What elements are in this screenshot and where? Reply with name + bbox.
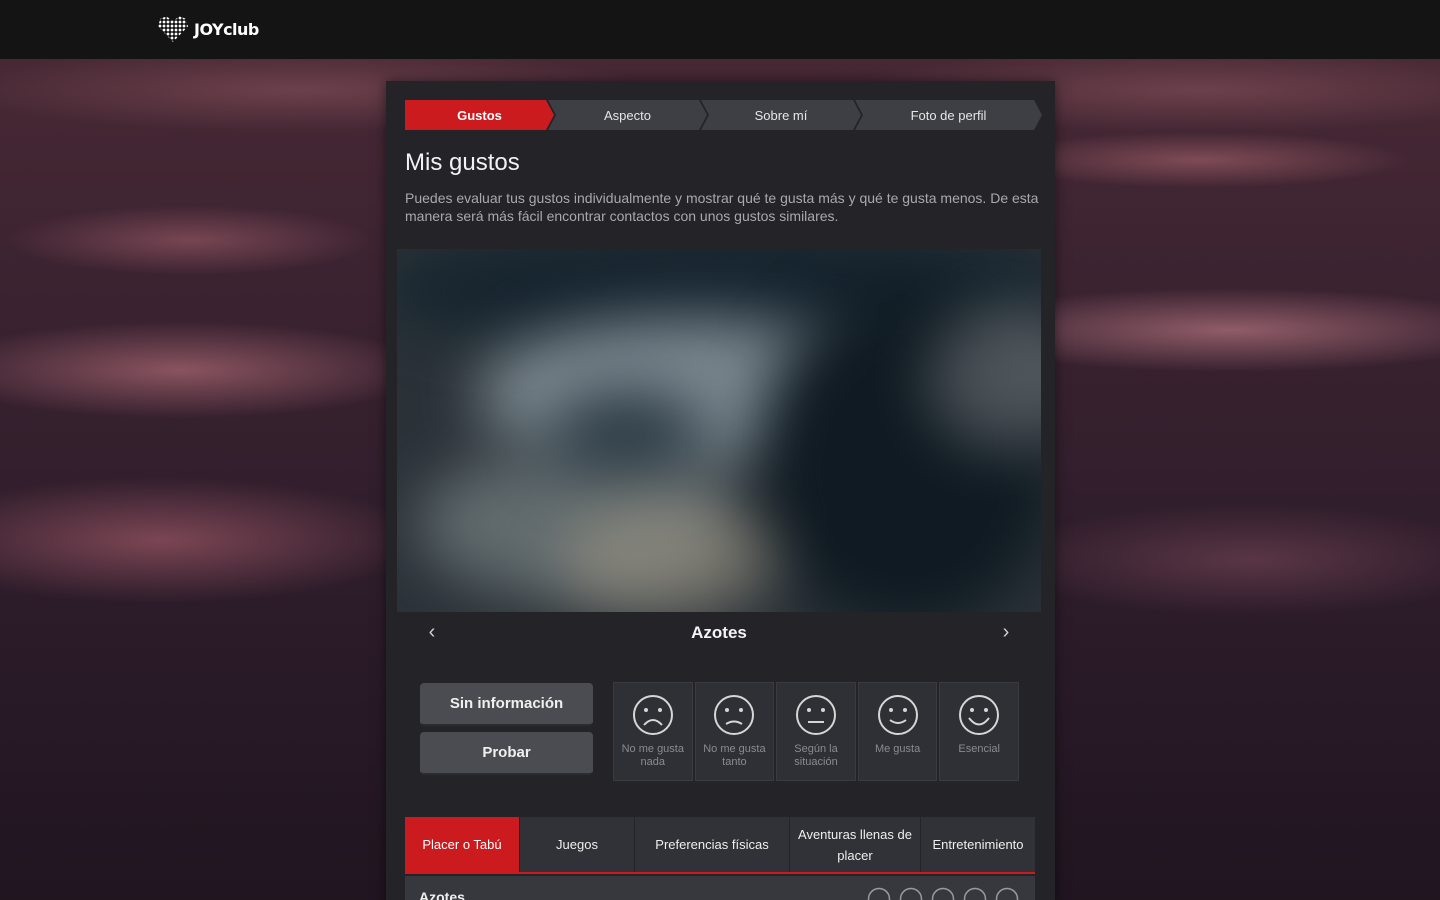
rating-option-no-me-gusta-tanto[interactable]: No me gusta tanto — [694, 682, 775, 781]
no-info-button[interactable]: Sin información — [420, 683, 593, 726]
page-intro: Puedes evaluar tus gustos individualment… — [405, 190, 1039, 224]
rating-option-segun-la-situacion[interactable]: Según la situación — [776, 682, 856, 781]
progress-steps: Gustos Aspecto Sobre mí Foto de perfil — [405, 100, 1042, 130]
rating-option-me-gusta[interactable]: Me gusta — [857, 682, 938, 781]
step-gustos[interactable]: Gustos — [405, 100, 554, 130]
step-aspecto[interactable]: Aspecto — [548, 100, 707, 130]
rating-label: Esencial — [958, 743, 1000, 755]
very-sad-face-icon[interactable] — [867, 887, 891, 900]
very-sad-face-icon — [632, 695, 673, 735]
rating-option-no-me-gusta-nada[interactable]: No me gusta nada — [613, 682, 693, 781]
big-smile-face-icon[interactable] — [995, 887, 1019, 900]
joyclub-logo[interactable]: JOYclub — [158, 16, 259, 42]
tab-entretenimiento[interactable]: Entretenimiento — [921, 817, 1035, 872]
category-tabs: Placer o Tabú Juegos Preferencias física… — [405, 817, 1035, 874]
rating-label: Me gusta — [874, 743, 921, 755]
smile-face-icon[interactable] — [963, 887, 987, 900]
carousel-caption: Azotes — [691, 623, 747, 642]
tab-placer-o-tabu[interactable]: Placer o Tabú — [405, 817, 519, 872]
neutral-face-icon[interactable] — [931, 887, 955, 900]
preferences-panel: Gustos Aspecto Sobre mí Foto de perfil M… — [386, 81, 1055, 900]
neutral-face-icon — [795, 695, 836, 735]
rating-option-esencial[interactable]: Esencial — [939, 682, 1019, 781]
step-label: Foto de perfil — [910, 107, 987, 123]
top-navigation-bar: JOYclub — [0, 0, 1440, 59]
page-title: Mis gustos — [405, 149, 520, 176]
step-foto-de-perfil[interactable]: Foto de perfil — [855, 100, 1042, 130]
step-label: Gustos — [457, 107, 502, 123]
carousel-caption-bar: ‹ Azotes › — [397, 612, 1041, 654]
tab-aventuras-llenas-de-placer[interactable]: Aventuras llenas de placer — [790, 817, 920, 872]
smile-face-icon — [877, 695, 918, 735]
tab-juegos[interactable]: Juegos — [520, 817, 634, 872]
big-smile-face-icon — [959, 695, 1000, 735]
step-label: Aspecto — [604, 107, 651, 123]
preference-image — [397, 249, 1041, 612]
step-label: Sobre mí — [754, 107, 808, 123]
sad-face-icon[interactable] — [899, 887, 923, 900]
mini-rating-faces — [867, 887, 1019, 900]
step-sobre-mi[interactable]: Sobre mí — [701, 100, 861, 130]
list-item[interactable]: Azotes — [405, 876, 1035, 900]
heart-logo-icon — [158, 16, 188, 42]
list-item-label: Azotes — [419, 889, 465, 900]
try-button[interactable]: Probar — [420, 732, 593, 775]
sad-face-icon — [714, 695, 755, 735]
tab-preferencias-fisicas[interactable]: Preferencias físicas — [635, 817, 789, 872]
rating-label: No me gusta nada — [621, 743, 684, 768]
rating-label: No me gusta tanto — [703, 743, 766, 768]
rating-label: Según la situación — [794, 743, 838, 768]
logo-text: JOYclub — [194, 19, 259, 39]
rating-options: No me gusta nada No me gusta tanto Según… — [613, 682, 1019, 781]
chevron-right-icon[interactable]: › — [995, 621, 1017, 643]
